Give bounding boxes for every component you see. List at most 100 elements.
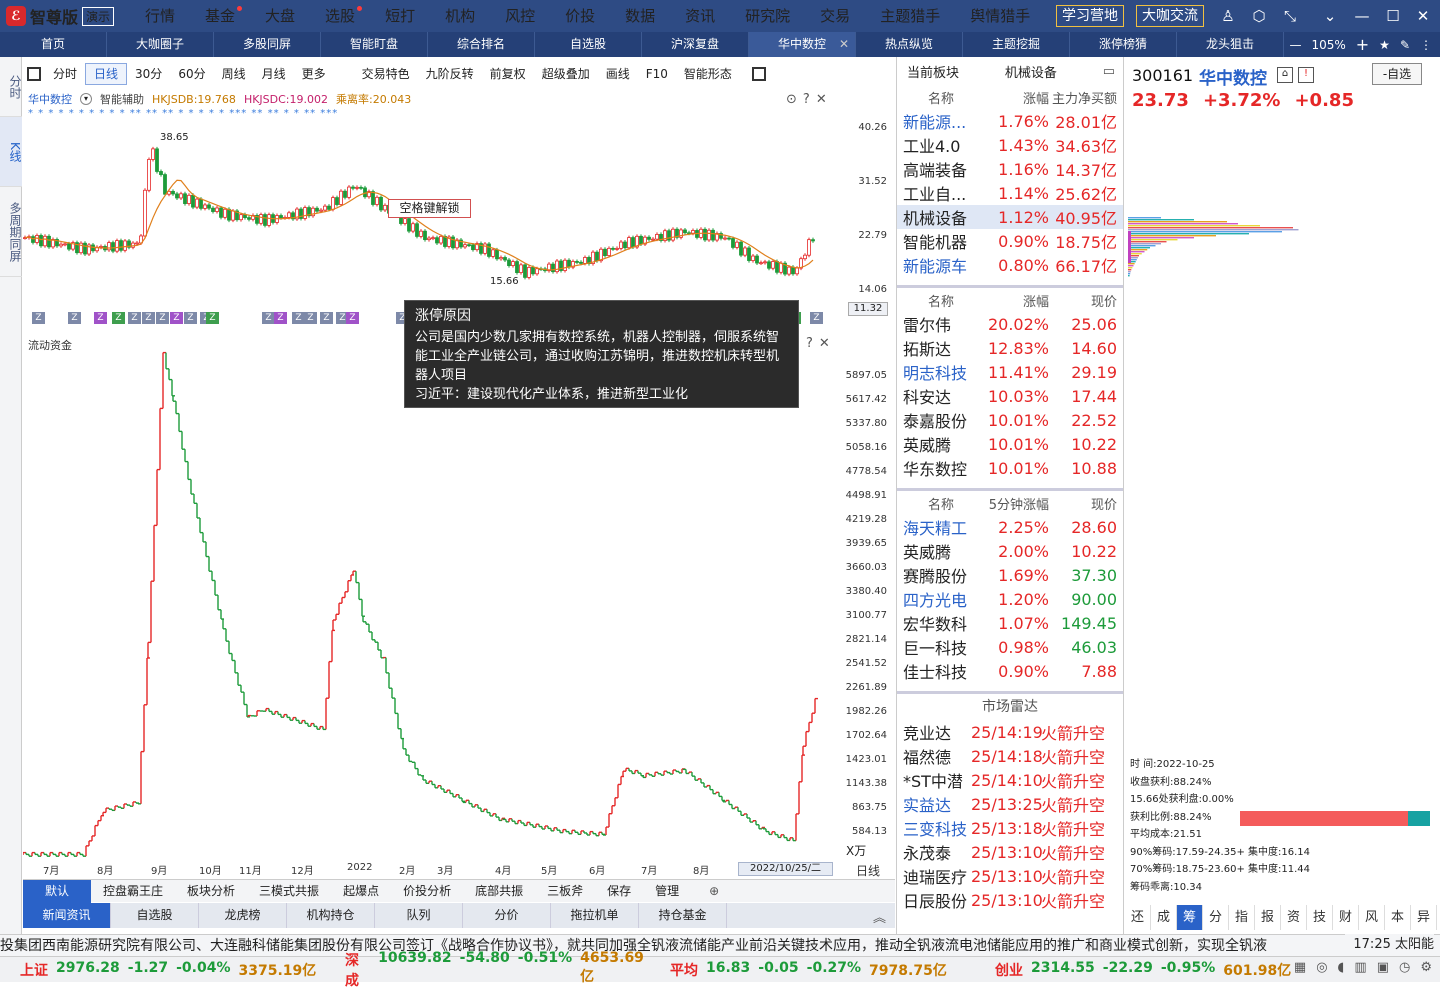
- strategy-tab[interactable]: 控盘霸王庄: [91, 880, 175, 903]
- info-tab[interactable]: 龙虎榜: [199, 903, 287, 928]
- info-tab[interactable]: 分价: [463, 903, 551, 928]
- tab-item[interactable]: 综合排名: [428, 32, 535, 57]
- strategy-tab[interactable]: 三模式共振: [247, 880, 331, 903]
- menu-item[interactable]: 行情: [130, 0, 190, 32]
- right-tab[interactable]: 成: [1151, 905, 1177, 930]
- chart-toolbar-item[interactable]: 超级叠加: [534, 64, 598, 84]
- table-row[interactable]: 泰嘉股份 10.01% 22.52: [897, 408, 1123, 432]
- chart-toolbar-item[interactable]: 月线: [254, 64, 294, 84]
- alert-icon[interactable]: !: [1298, 67, 1314, 83]
- chart-toolbar-item[interactable]: 智能形态: [676, 64, 740, 84]
- chart-toolbar-item[interactable]: F10: [638, 64, 676, 84]
- sector-title[interactable]: 当前板块: [907, 62, 959, 81]
- signal-badge[interactable]: Z: [142, 312, 155, 324]
- index-item[interactable]: 上证 2976.28 -1.27 -0.04% 3375.19亿: [0, 960, 325, 980]
- info-tab[interactable]: 自选股: [111, 903, 199, 928]
- menu-item[interactable]: 基金: [190, 0, 250, 32]
- radar-row[interactable]: 实益达 25/13:25 火箭升空: [897, 792, 1123, 816]
- tab-item[interactable]: 自选股: [535, 32, 642, 57]
- radar-row[interactable]: 竞业达 25/14:19 火箭升空: [897, 720, 1123, 744]
- radar-row[interactable]: 日辰股份 25/13:10 火箭升空: [897, 888, 1123, 912]
- right-tab[interactable]: 资: [1281, 905, 1307, 930]
- strategy-tab[interactable]: 价投分析: [391, 880, 463, 903]
- table-row[interactable]: 四方光电 1.20% 90.00: [897, 587, 1123, 611]
- menu-item[interactable]: 主题猎手: [865, 0, 955, 32]
- chart-toolbar-item[interactable]: 60分: [170, 64, 213, 84]
- tab-item[interactable]: 首页: [0, 32, 107, 57]
- table-row[interactable]: 宏华数科 1.07% 149.45: [897, 611, 1123, 635]
- table-row[interactable]: 华东数控 10.01% 10.88: [897, 456, 1123, 480]
- table-row[interactable]: 英威腾 10.01% 10.22: [897, 432, 1123, 456]
- flow-chart[interactable]: [23, 340, 843, 860]
- help-icon[interactable]: ?: [803, 92, 810, 107]
- layout-icon[interactable]: [751, 67, 766, 81]
- radar-row[interactable]: 福然德 25/14:18 火箭升空: [897, 744, 1123, 768]
- strategy-tab[interactable]: 起爆点: [331, 880, 391, 903]
- table-row[interactable]: 机械设备 1.12% 40.95亿: [897, 205, 1123, 229]
- tab-item[interactable]: 沪深复盘: [642, 32, 749, 57]
- period-switch[interactable]: 分时: [0, 57, 22, 117]
- table-row[interactable]: 佳士科技 0.90% 7.88: [897, 659, 1123, 683]
- kline-stock-name[interactable]: 华中数控: [28, 91, 72, 107]
- user-icon[interactable]: ♙: [1218, 6, 1238, 26]
- right-tab[interactable]: 异: [1411, 905, 1437, 930]
- index-item[interactable]: 创业 2314.55 -22.29 -0.95% 601.98亿: [975, 960, 1300, 980]
- radar-row[interactable]: 三变科技 25/13:18 火箭升空: [897, 816, 1123, 840]
- signal-badge[interactable]: Z: [94, 312, 107, 324]
- tab-item[interactable]: 智能盯盘: [321, 32, 428, 57]
- assist-label[interactable]: 智能辅助: [100, 91, 144, 107]
- calendar-icon[interactable]: ▦: [1294, 960, 1306, 975]
- period-switch[interactable]: K线: [0, 117, 22, 187]
- right-tab[interactable]: 技: [1307, 905, 1333, 930]
- table-row[interactable]: 工业自... 1.14% 25.62亿: [897, 181, 1123, 205]
- chart-toolbar-item[interactable]: 30分: [127, 64, 170, 84]
- table-row[interactable]: 拓斯达 12.83% 14.60: [897, 336, 1123, 360]
- stock-name[interactable]: 华中数控: [1199, 64, 1267, 89]
- table-row[interactable]: 智能机器 0.90% 18.75亿: [897, 229, 1123, 253]
- shrink-icon[interactable]: ⤡: [1280, 6, 1300, 26]
- signal-badge[interactable]: Z: [170, 312, 183, 324]
- settings-icon[interactable]: ⚙: [1420, 960, 1432, 975]
- dropdown-icon[interactable]: ▾: [80, 93, 92, 105]
- right-tab[interactable]: 本: [1385, 905, 1411, 930]
- table-row[interactable]: 海天精工 2.25% 28.60: [897, 515, 1123, 539]
- table-row[interactable]: 科安达 10.03% 17.44: [897, 384, 1123, 408]
- tab-item[interactable]: 主题挖掘: [963, 32, 1070, 57]
- strategy-tab[interactable]: 板块分析: [175, 880, 247, 903]
- zoom-out-icon[interactable]: —: [1289, 38, 1301, 52]
- table-row[interactable]: 雷尔伟 20.02% 25.06: [897, 312, 1123, 336]
- zoom-in-icon[interactable]: +: [1356, 35, 1369, 54]
- news-ticker[interactable]: 投集团西南能源研究院有限公司、大连融科储能集团股份有限公司签订《战略合作协议书》…: [0, 934, 1440, 956]
- signal-badge[interactable]: Z: [206, 312, 219, 324]
- right-tab[interactable]: 筹: [1177, 905, 1203, 930]
- sector-subtitle[interactable]: 机械设备: [1005, 62, 1057, 81]
- menu-item[interactable]: 数据: [610, 0, 670, 32]
- globe-icon[interactable]: ◎: [1316, 960, 1327, 975]
- right-tab[interactable]: 还: [1125, 905, 1151, 930]
- info-tab[interactable]: 新闻资讯: [23, 903, 111, 928]
- minimize-icon[interactable]: —: [1352, 6, 1372, 26]
- close-icon[interactable]: ✕: [816, 92, 827, 107]
- tab-item[interactable]: 涨停榜猜: [1070, 32, 1177, 57]
- table-row[interactable]: 高端装备 1.16% 14.37亿: [897, 157, 1123, 181]
- menu-item[interactable]: 机构: [430, 0, 490, 32]
- signal-badge[interactable]: Z: [32, 312, 45, 324]
- signal-badge[interactable]: Z: [304, 312, 317, 324]
- add-watchlist-button[interactable]: -自选: [1372, 63, 1422, 85]
- right-tab[interactable]: 报: [1255, 905, 1281, 930]
- collapse-icon[interactable]: ⊕: [709, 884, 719, 898]
- menu-item[interactable]: 舆情猎手: [955, 0, 1045, 32]
- study-camp-button[interactable]: 学习营地: [1056, 5, 1124, 27]
- signal-badge[interactable]: Z: [346, 312, 359, 324]
- lock-icon[interactable]: ⌂: [1277, 67, 1293, 83]
- menu-item[interactable]: 资讯: [670, 0, 730, 32]
- menu-item[interactable]: 价投: [550, 0, 610, 32]
- chevron-down-icon[interactable]: ⌄: [1320, 6, 1340, 26]
- table-row[interactable]: 新能源... 1.76% 28.01亿: [897, 109, 1123, 133]
- signal-badge[interactable]: Z: [274, 312, 287, 324]
- more-icon[interactable]: ⋮: [1420, 38, 1432, 52]
- signal-badge[interactable]: Z: [112, 312, 125, 324]
- signal-badge[interactable]: Z: [184, 312, 197, 324]
- menu-item[interactable]: 交易: [805, 0, 865, 32]
- menu-item[interactable]: 短打: [370, 0, 430, 32]
